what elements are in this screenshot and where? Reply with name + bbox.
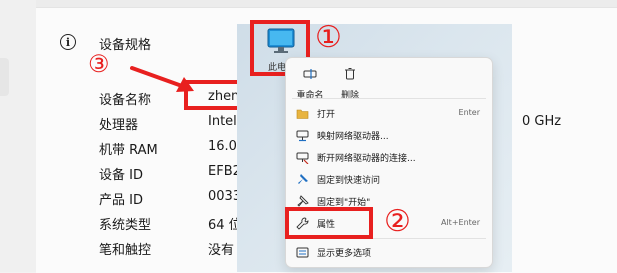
spec-label-system-type: 系统类型 xyxy=(99,218,152,233)
nav-selected-indicator xyxy=(0,58,9,96)
spec-value-pen-touch: 没有 xyxy=(208,243,235,258)
spec-label-processor: 处理器 xyxy=(99,118,139,133)
spec-value-device-id: EFB2 xyxy=(208,164,241,179)
more-options-icon xyxy=(296,247,309,258)
menu-item-map-drive[interactable]: 映射网络驱动器... xyxy=(286,126,492,146)
spec-label-pen-touch: 笔和触控 xyxy=(99,243,152,258)
rename-button[interactable]: 重命名 xyxy=(293,66,327,101)
spec-value-processor-speed: 0 GHz xyxy=(522,114,562,129)
delete-button[interactable]: 删除 xyxy=(333,66,367,101)
disconnect-drive-icon xyxy=(296,152,309,164)
annotation-box-device-name xyxy=(184,80,244,110)
delete-label: 删除 xyxy=(340,91,359,101)
menu-separator xyxy=(292,98,486,99)
rename-icon xyxy=(303,69,317,79)
pin-icon xyxy=(298,174,308,184)
menu-item-disconnect-drive[interactable]: 断开网络驱动器的连接... xyxy=(286,148,492,168)
previous-card-edge xyxy=(36,0,617,7)
spec-label-device-id: 设备 ID xyxy=(99,168,143,183)
annotation-one: ① xyxy=(315,20,342,55)
info-icon: i xyxy=(60,34,76,50)
spec-label-product-id: 产品 ID xyxy=(99,193,143,208)
open-icon xyxy=(296,109,309,119)
rename-label: 重命名 xyxy=(296,91,324,101)
annotation-three: ③ xyxy=(88,50,110,78)
spec-label-ram: 机带 RAM xyxy=(99,143,158,158)
map-drive-icon xyxy=(296,130,309,142)
nav-strip xyxy=(0,0,36,272)
delete-icon xyxy=(345,68,355,80)
annotation-box-properties xyxy=(285,207,373,239)
menu-item-open[interactable]: 打开 Enter xyxy=(286,104,492,124)
menu-item-pin-quick-access[interactable]: 固定到快速访问 xyxy=(286,170,492,190)
annotation-two: ② xyxy=(384,204,411,239)
menu-item-more-options[interactable]: 显示更多选项 xyxy=(286,243,492,263)
